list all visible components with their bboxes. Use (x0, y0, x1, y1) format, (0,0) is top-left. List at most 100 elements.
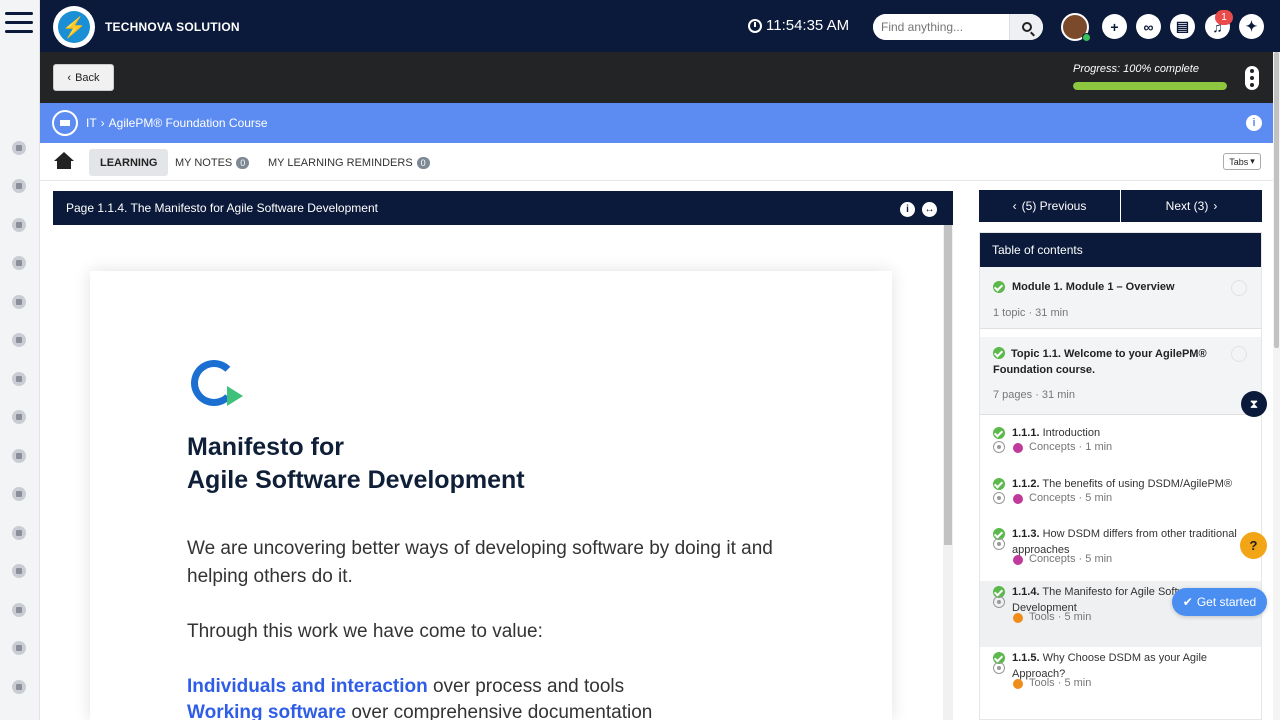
check-badge-icon: ✔ (1182, 595, 1193, 609)
sidebar-card-icon[interactable] (12, 641, 26, 655)
toc-item-duration: 5 min (1085, 492, 1113, 504)
viewer-scroll-thumb[interactable] (944, 225, 952, 545)
sidebar-message-icon[interactable] (12, 680, 26, 694)
sidebar-home-icon[interactable] (12, 141, 26, 155)
add-icon[interactable]: + (1102, 14, 1127, 39)
content-type-icon (993, 538, 1005, 550)
toc-item-category: Tools (1029, 677, 1055, 689)
toc-item[interactable]: 1.1.5. Why Choose DSDM as your Agile App… (980, 647, 1261, 707)
sidebar-users-icon[interactable] (12, 179, 26, 193)
breadcrumb: IT › AgilePM® Foundation Course (86, 116, 268, 130)
sidebar-search-icon[interactable] (12, 487, 26, 501)
online-status-dot (1082, 33, 1091, 42)
previous-button[interactable]: ‹ (5) Previous (979, 190, 1120, 222)
hamburger-menu-icon[interactable] (5, 12, 33, 36)
sidebar-book-icon[interactable] (12, 333, 26, 347)
tab-learning[interactable]: LEARNING (89, 149, 169, 176)
calendar-icon[interactable]: ▤ (1170, 14, 1195, 39)
breadcrumb-root[interactable]: IT (86, 116, 97, 130)
toc-item[interactable]: 1.1.3. How DSDM differs from other tradi… (980, 523, 1261, 581)
search-input[interactable] (873, 14, 1009, 40)
chevron-left-icon: ‹ (67, 71, 72, 84)
sidebar-group-icon[interactable] (12, 564, 26, 578)
content-type-icon (993, 662, 1005, 674)
toc-topic[interactable]: Topic 1.1. Welcome to your AgilePM® Foun… (980, 337, 1261, 415)
notification-badge: 1 (1215, 10, 1233, 25)
topic-meta: 7 pages · 31 min (993, 389, 1075, 401)
collapse-icon[interactable] (1231, 280, 1247, 296)
page-info-icon[interactable]: i (900, 202, 915, 217)
category-dot (1013, 494, 1023, 504)
content-viewer: Page 1.1.4. The Manifesto for Agile Soft… (53, 191, 953, 720)
tabs-dropdown-button[interactable]: Tabs ▾ (1223, 153, 1261, 170)
toc-item-number: 1.1.2. (1012, 478, 1040, 490)
toc-item[interactable]: 1.1.2. The benefits of using DSDM/AgileP… (980, 473, 1261, 523)
value-1-highlight: Individuals and interaction (187, 676, 428, 697)
toc-item-text: Why Choose DSDM as your Agile Approach? (1012, 652, 1208, 680)
expand-icon[interactable]: ↔ (922, 202, 937, 217)
value-line-2: Working software over comprehensive docu… (187, 699, 827, 720)
agile-logo-icon (187, 356, 259, 412)
more-options-icon[interactable] (1245, 66, 1259, 90)
tab-reminders-label: MY LEARNING REMINDERS (268, 156, 413, 169)
sidebar-chat-icon[interactable] (12, 372, 26, 386)
toc-item-title: 1.1.1. Introduction (1012, 425, 1248, 441)
sidebar-folder-icon[interactable] (12, 410, 26, 424)
next-label: Next (3) (1165, 199, 1209, 213)
document-heading-line2: Agile Software Development (187, 466, 525, 494)
document-paragraph-1: We are uncovering better ways of develop… (187, 538, 773, 587)
viewer-header: Page 1.1.4. The Manifesto for Agile Soft… (53, 191, 953, 225)
content-type-icon (993, 492, 1005, 504)
collapse-icon[interactable] (1231, 346, 1247, 362)
sidebar-megaphone-icon[interactable] (12, 218, 26, 232)
category-dot (1013, 613, 1023, 623)
sidebar-list-icon[interactable] (12, 603, 26, 617)
hourglass-icon[interactable]: ⧗ (1241, 391, 1267, 417)
value-line-1: Individuals and interaction over process… (187, 673, 827, 701)
sidebar-document-icon[interactable] (12, 449, 26, 463)
tabs-dropdown-label: Tabs (1229, 156, 1249, 167)
toc-item-meta: Concepts · 5 min (1029, 553, 1112, 565)
page-scroll-thumb[interactable] (1274, 52, 1279, 348)
search-icon (1021, 22, 1032, 32)
value-1-rest: over process and tools (427, 676, 625, 697)
search-button[interactable] (1009, 14, 1043, 40)
info-icon[interactable]: i (1246, 115, 1262, 131)
lightbulb-icon[interactable]: ✦ (1239, 14, 1264, 39)
toc-item-number: 1.1.4. (1012, 586, 1040, 598)
viewer-scrollbar[interactable] (943, 225, 953, 720)
progress-label: Progress: 100% complete (1073, 63, 1199, 75)
document-heading: Manifesto for Agile Software Development (187, 431, 525, 497)
tab-my-notes[interactable]: MY NOTES 0 (164, 149, 260, 176)
toc-item[interactable]: 1.1.1. Introduction Concepts · 1 min (980, 422, 1261, 472)
get-started-button[interactable]: ✔ Get started (1172, 588, 1267, 616)
category-dot (1013, 443, 1023, 453)
page-title: Page 1.1.4. The Manifesto for Agile Soft… (66, 201, 378, 215)
page-scrollbar[interactable] (1273, 52, 1280, 720)
brand-name: TECHNOVA SOLUTION (105, 20, 240, 34)
content-type-icon (993, 441, 1005, 453)
separator: · (1054, 677, 1065, 689)
breadcrumb-course[interactable]: AgilePM® Foundation Course (109, 116, 268, 130)
link-icon[interactable]: ∞ (1136, 14, 1161, 39)
help-button[interactable]: ? (1240, 532, 1267, 559)
next-button[interactable]: Next (3) › (1121, 190, 1262, 222)
document-heading-line1: Manifesto for (187, 433, 344, 461)
toc-item-meta: Concepts · 5 min (1029, 492, 1112, 504)
back-button[interactable]: ‹ Back (53, 64, 114, 91)
sidebar-calendar-icon[interactable] (12, 256, 26, 270)
tab-learning-reminders[interactable]: MY LEARNING REMINDERS 0 (257, 149, 441, 176)
sidebar-robot-icon[interactable] (12, 295, 26, 309)
brand-logo[interactable]: ⚡ (53, 6, 95, 48)
toc-module[interactable]: Module 1. Module 1 – Overview 1 topic · … (980, 267, 1261, 329)
home-icon[interactable] (54, 152, 74, 170)
toc-item-text: How DSDM differs from other traditional … (1012, 528, 1237, 556)
back-label: Back (75, 71, 100, 84)
separator: · (1075, 492, 1086, 504)
tab-notes-label: MY NOTES (175, 156, 233, 169)
sidebar-bookmark-icon[interactable] (12, 526, 26, 540)
chevron-right-icon: › (100, 116, 105, 130)
clock-time: 11:54:35 AM (766, 17, 850, 34)
toc-item-meta: Tools · 5 min (1029, 677, 1091, 689)
clock-icon (748, 18, 762, 33)
